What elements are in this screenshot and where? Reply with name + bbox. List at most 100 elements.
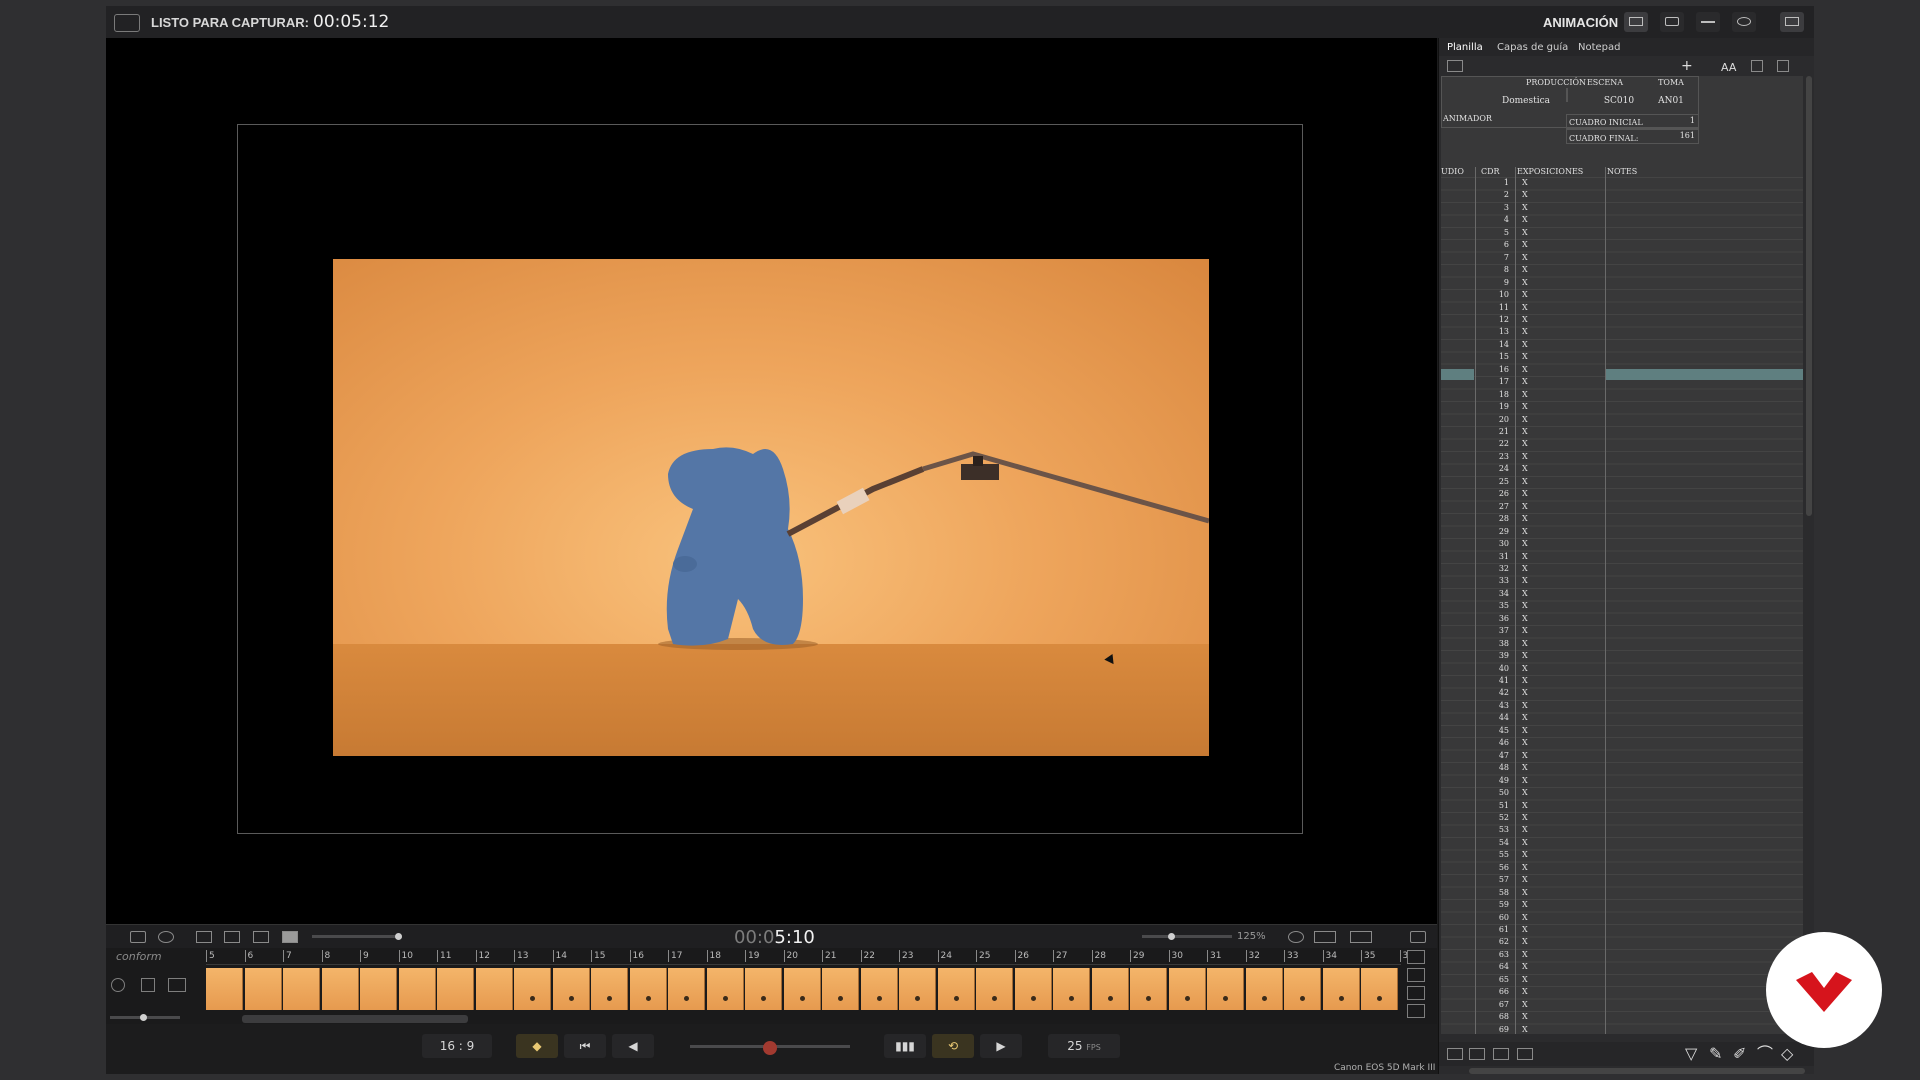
viewer[interactable] <box>106 38 1437 924</box>
frame-thumbnail[interactable] <box>360 968 397 1010</box>
exposure-mark[interactable]: X <box>1522 214 1528 226</box>
produccion-value[interactable]: Domestica <box>1471 96 1581 106</box>
exposure-mark[interactable]: X <box>1522 1011 1528 1023</box>
pencil-tool-icon[interactable]: ✎ <box>1709 1046 1725 1062</box>
exposure-mark[interactable]: X <box>1522 936 1528 948</box>
timeline-scrollbar[interactable] <box>242 1015 468 1023</box>
frame-thumbnail[interactable] <box>437 968 474 1010</box>
capture-camera-icon[interactable] <box>168 978 186 992</box>
exposure-mark[interactable]: X <box>1522 712 1528 724</box>
guide-frame-icon[interactable] <box>196 931 212 943</box>
exposure-mark[interactable]: X <box>1522 638 1528 650</box>
tab-planilla[interactable]: Planilla <box>1447 42 1483 53</box>
exposure-mark[interactable]: X <box>1522 675 1528 687</box>
zoom-slider-knob[interactable] <box>1168 933 1175 940</box>
frame-thumbnail[interactable] <box>1207 968 1244 1010</box>
exposure-mark[interactable]: X <box>1522 227 1528 239</box>
frame-thumbnail[interactable] <box>783 968 821 1010</box>
exposure-mark[interactable]: X <box>1522 812 1528 824</box>
brush-tool-icon[interactable]: ✐ <box>1733 1046 1749 1062</box>
frame-ruler[interactable]: 5 6 7 8 9 10 11 12 13 14 15 16 17 18 19 20 21 22 23 24 25 26 2… <box>206 948 1408 965</box>
play-live-button[interactable]: ▶ <box>980 1034 1022 1058</box>
frame-select-icon[interactable] <box>1469 1048 1485 1060</box>
exposure-mark[interactable]: X <box>1522 414 1528 426</box>
exposure-mark[interactable]: X <box>1522 737 1528 749</box>
aspect-mask-icon[interactable] <box>253 931 269 943</box>
volume-icon[interactable] <box>1410 931 1426 943</box>
cuadro-final-value[interactable]: 161 <box>1671 131 1695 140</box>
short-play-button[interactable]: ▮▮▮ <box>884 1034 926 1058</box>
cuadro-inicial-value[interactable]: 1 <box>1671 116 1695 125</box>
frame-thumbnail[interactable] <box>1091 968 1129 1010</box>
onion-skin-knob[interactable] <box>763 1041 777 1055</box>
exposure-mark[interactable]: X <box>1522 264 1528 276</box>
exposure-mark[interactable]: X <box>1522 563 1528 575</box>
onion-skin-button[interactable]: ◆ <box>516 1034 558 1058</box>
thumb-size-knob[interactable] <box>140 1014 147 1021</box>
frame-thumbnail[interactable] <box>591 968 628 1010</box>
ruler-icon[interactable] <box>1314 931 1336 943</box>
tab-capas-de-guia[interactable]: Capas de guía <box>1497 42 1568 53</box>
exposure-mark[interactable]: X <box>1522 575 1528 587</box>
exposure-mark[interactable]: X <box>1522 401 1528 413</box>
crosshair-icon[interactable] <box>1288 931 1304 943</box>
exposure-mark[interactable]: X <box>1522 600 1528 612</box>
settings-icon[interactable] <box>1732 12 1756 32</box>
font-size-icon[interactable]: AA <box>1721 62 1737 74</box>
exposure-mark[interactable]: X <box>1522 650 1528 662</box>
exposure-mark[interactable]: X <box>1522 899 1528 911</box>
exposure-mark[interactable]: X <box>1522 476 1528 488</box>
frame-thumbnail[interactable] <box>1245 968 1283 1010</box>
fps-display[interactable]: 25 FPS <box>1048 1034 1120 1058</box>
trash-icon[interactable] <box>141 978 155 992</box>
flip-icon[interactable] <box>130 931 146 943</box>
frame-thumbnail[interactable] <box>206 968 243 1010</box>
exposure-mark[interactable]: X <box>1522 389 1528 401</box>
sheet-rows[interactable]: 1 X 2 X 3 X 4 X 5 X 6 X 7 X 8 X 9 X 10 X 11 X 12 X 13 X 14 X 15 X 16 X 1… <box>1441 177 1803 1034</box>
clear-icon[interactable] <box>1517 1048 1533 1060</box>
exposure-mark[interactable]: X <box>1522 700 1528 712</box>
exposure-mark[interactable]: X <box>1522 588 1528 600</box>
panel-h-scrollbar[interactable] <box>1469 1068 1805 1074</box>
exposure-mark[interactable]: X <box>1522 775 1528 787</box>
exposure-mark[interactable]: X <box>1522 189 1528 201</box>
exposure-mark[interactable]: X <box>1522 426 1528 438</box>
expand-icon[interactable] <box>1407 986 1425 1000</box>
exposure-mark[interactable]: X <box>1522 252 1528 264</box>
frame-thumbnails[interactable] <box>206 968 1401 1010</box>
exposure-mark[interactable]: X <box>1522 302 1528 314</box>
frame-thumbnail[interactable] <box>1361 968 1398 1010</box>
frame-thumbnail[interactable] <box>1053 968 1090 1010</box>
exposure-mark[interactable]: X <box>1522 912 1528 924</box>
exposure-mark[interactable]: X <box>1522 837 1528 849</box>
exposure-mark[interactable]: X <box>1522 625 1528 637</box>
exposure-mark[interactable]: X <box>1522 451 1528 463</box>
exposure-mark[interactable]: X <box>1522 663 1528 675</box>
exposure-mark[interactable]: X <box>1522 177 1528 189</box>
frame-thumbnail[interactable] <box>552 968 590 1010</box>
exposure-mark[interactable]: X <box>1522 351 1528 363</box>
columns-view-icon[interactable] <box>1777 60 1789 72</box>
go-to-start-button[interactable]: ⏮ <box>564 1034 606 1058</box>
frame-thumbnail[interactable] <box>475 968 513 1010</box>
monitor-icon[interactable] <box>1624 12 1648 32</box>
exposure-mark[interactable]: X <box>1522 687 1528 699</box>
exposure-mark[interactable]: X <box>1522 463 1528 475</box>
frame-thumbnail[interactable] <box>860 968 898 1010</box>
exposure-mark[interactable]: X <box>1522 277 1528 289</box>
exposure-mark[interactable]: X <box>1522 289 1528 301</box>
exposure-mark[interactable]: X <box>1522 438 1528 450</box>
exposure-mark[interactable]: X <box>1522 314 1528 326</box>
frame-thumbnail[interactable] <box>514 968 551 1010</box>
frame-thumbnail[interactable] <box>283 968 320 1010</box>
exposure-mark[interactable]: X <box>1522 762 1528 774</box>
exposure-mark[interactable]: X <box>1522 974 1528 986</box>
frame-thumbnail[interactable] <box>668 968 705 1010</box>
fit-frames-icon[interactable] <box>1407 968 1425 982</box>
eraser-tool-icon[interactable]: ◇ <box>1781 1046 1797 1062</box>
exposure-mark[interactable]: X <box>1522 961 1528 973</box>
exposure-mark[interactable]: X <box>1522 999 1528 1011</box>
aspect-ratio-selector[interactable]: 16 : 9 <box>422 1034 492 1058</box>
frame-thumbnail[interactable] <box>899 968 936 1010</box>
exposure-mark[interactable]: X <box>1522 849 1528 861</box>
